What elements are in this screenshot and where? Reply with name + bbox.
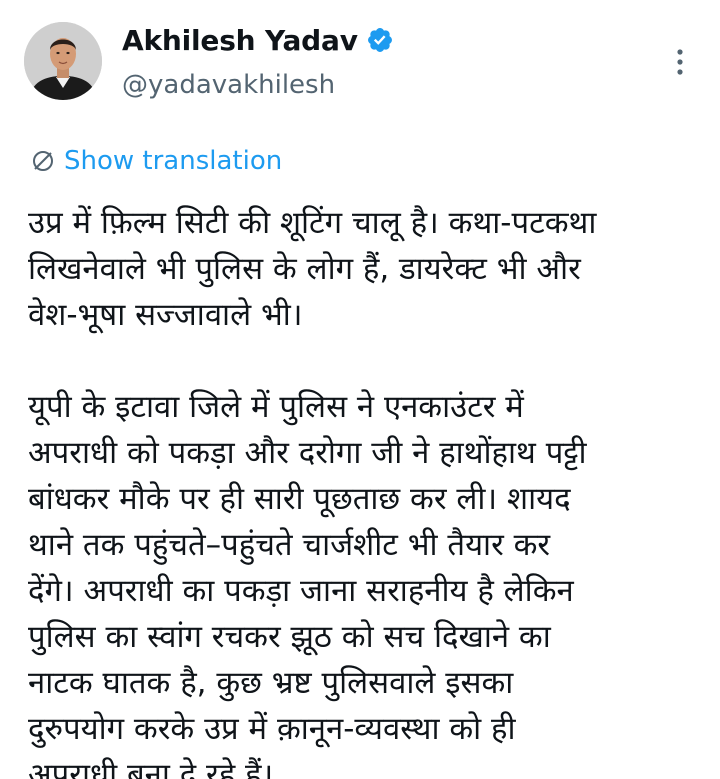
- profile-photo: [24, 22, 102, 100]
- author-name-row: Akhilesh Yadav: [122, 20, 394, 60]
- tweet-card: Akhilesh Yadav @yadavakhilesh Show trans…: [0, 0, 720, 779]
- show-translation-link[interactable]: Show translation: [30, 143, 282, 179]
- show-translation-label: Show translation: [64, 146, 283, 176]
- avatar[interactable]: [24, 22, 102, 100]
- author-handle[interactable]: @yadavakhilesh: [122, 70, 335, 100]
- more-vertical-icon[interactable]: [670, 44, 690, 80]
- tweet-paragraph: उप्र में फ़िल्म सिटी की शूटिंग चालू है। …: [28, 205, 597, 333]
- tweet-text: उप्र में फ़िल्म सिटी की शूटिंग चालू है। …: [28, 200, 698, 779]
- globe-icon: [30, 148, 56, 174]
- verified-badge-icon: [366, 26, 394, 54]
- author-display-name[interactable]: Akhilesh Yadav: [122, 24, 358, 57]
- tweet-paragraph: यूपी के इटावा जिले में पुलिस ने एनकाउंटर…: [28, 389, 587, 779]
